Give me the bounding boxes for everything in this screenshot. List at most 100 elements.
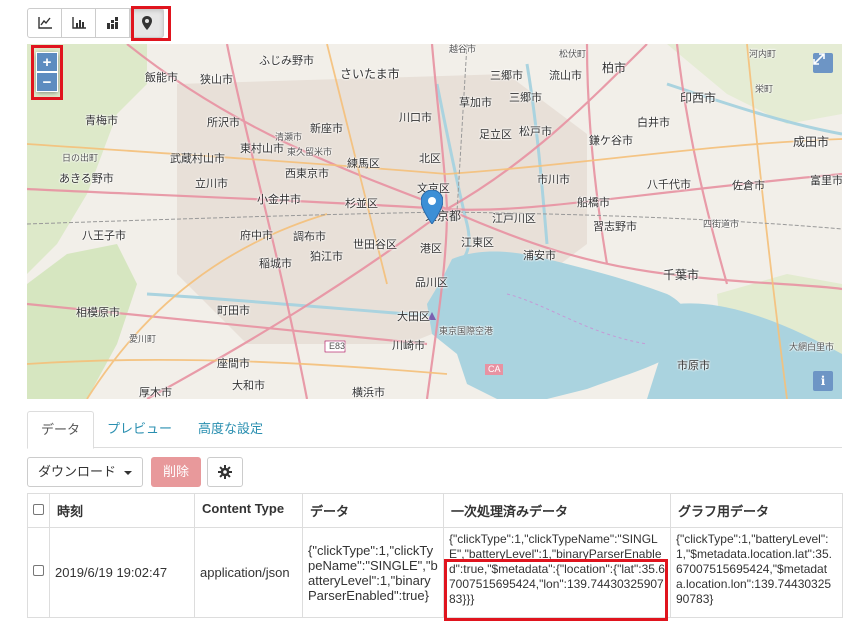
map-label: 大和市 [232,380,265,392]
map-label: 所沢市 [207,117,240,129]
map-label: 東京国際空港 [439,326,494,336]
map-label: 河内町 [749,49,777,59]
row-select-cell [27,527,50,618]
map-label: CA [488,364,501,374]
line-chart-icon [37,17,52,29]
map-label: 江東区 [461,237,494,249]
table-header-row: 時刻 Content Type データ 一次処理済みデータ グラフ用データ [27,493,843,528]
map-panel[interactable]: 越谷市 ふじみ野市 松伏町 河内町 飯能市 狭山市 さいたま市 三郷市 流山市 … [27,44,842,399]
map-label: 横浜市 [352,387,385,399]
processed-data-part-1: {"clickType":1,"clickTypeName":"SINGLE",… [449,532,658,561]
line-chart-button[interactable] [27,8,62,38]
map-label: 市川市 [537,174,570,186]
select-all-checkbox[interactable] [33,504,44,515]
map-label: E83 [329,341,346,351]
map-label: 越谷市 [449,44,477,54]
tab-data[interactable]: データ [27,411,95,449]
tab-advanced-settings[interactable]: 高度な設定 [185,411,276,448]
cell-processed-data: {"clickType":1,"clickTypeName":"SINGLE",… [443,527,671,618]
gear-icon [218,465,232,479]
cell-graph-data: {"clickType":1,"batteryLevel":1,"$metada… [670,527,843,618]
map-label: あきる野市 [59,173,114,185]
map-label: 佐倉市 [732,180,765,192]
map-label: 習志野市 [593,221,637,233]
map-label: 川口市 [399,112,432,124]
download-dropdown-button[interactable]: ダウンロード [27,457,143,487]
column-header-data[interactable]: データ [302,493,444,528]
stacked-bar-chart-icon [106,17,118,29]
settings-button[interactable] [207,457,243,487]
map-label: 青梅市 [85,115,118,127]
map-label: 品川区 [415,277,448,289]
column-header-graph-data[interactable]: グラフ用データ [670,493,843,528]
map-label: 流山市 [549,70,582,82]
map-pin-icon [141,16,152,30]
map-label: 狛江市 [310,251,343,263]
map-view-button[interactable] [129,8,164,38]
column-header-processed-data[interactable]: 一次処理済みデータ [443,493,671,528]
column-header-time[interactable]: 時刻 [49,493,195,528]
map-label: 相模原市 [76,307,120,319]
map-label: 大田区 [397,311,430,323]
map-label: 印西市 [680,91,717,105]
stacked-bar-chart-button[interactable] [95,8,130,38]
map-label: 浦安市 [523,250,556,262]
map-label: 座間市 [217,358,250,370]
map-label: 江戸川区 [492,213,536,225]
map-label: 千葉市 [663,268,700,282]
map-label: 港区 [420,243,442,255]
table-row[interactable]: 2019/6/19 19:02:47 application/json {"cl… [27,527,843,618]
map-label: 成田市 [793,135,830,149]
map-label: 厚木市 [139,387,172,399]
map-label: 東村山市 [240,143,284,155]
cell-data: {"clickType":1,"clickTypeName":"SINGLE",… [302,527,444,618]
map-label: 調布市 [293,231,326,243]
map-label: 立川市 [195,178,228,190]
map-label: 富里市 [810,175,842,187]
map-label: 八王子市 [82,230,126,242]
info-button[interactable]: i [813,371,833,391]
tab-preview[interactable]: プレビュー [94,411,185,448]
map-label: 西東京市 [285,168,329,180]
map-label: 足立区 [479,129,512,141]
data-tabs: データ プレビュー 高度な設定 [27,411,842,449]
map-label: 飯能市 [145,72,178,84]
map-label: 新座市 [310,123,343,135]
cell-time: 2019/6/19 19:02:47 [49,527,195,618]
zoom-out-button[interactable]: − [36,72,58,92]
map-label: 市原市 [677,360,710,372]
map-label: 東久留米市 [287,147,333,157]
map-label: 船橋市 [577,197,610,209]
map-label: 白井市 [637,117,670,129]
map-label: 府中市 [240,230,273,242]
map-label: 川崎市 [392,340,425,352]
map-label: 小金井市 [257,194,301,206]
map-label: 三郷市 [509,92,542,104]
cell-content-type: application/json [194,527,303,618]
download-label: ダウンロード [38,464,117,479]
location-marker-icon[interactable] [421,190,443,224]
row-checkbox[interactable] [33,565,44,576]
caret-down-icon [124,470,133,475]
map-label: 柏市 [602,61,627,75]
delete-button[interactable]: 削除 [151,457,201,487]
fullscreen-button[interactable] [813,53,833,73]
map-label: 草加市 [459,97,492,109]
view-mode-toolbar [27,8,164,38]
map-label: 稲城市 [259,258,292,270]
map-label: 町田市 [217,305,250,317]
map-label: ふじみ野市 [259,55,314,67]
zoom-control: + − [36,52,58,92]
map-label: 八千代市 [647,179,691,191]
map-label: 大網白里市 [789,342,835,352]
map-label: 北区 [419,153,441,165]
map-label: 狭山市 [200,74,233,86]
select-all-cell [27,493,50,528]
map-label: 四街道市 [703,219,740,229]
map-label: 松伏町 [559,49,587,59]
column-header-content-type[interactable]: Content Type [194,493,303,528]
zoom-in-button[interactable]: + [36,52,58,72]
map-label: 杉並区 [345,198,378,210]
bar-chart-button[interactable] [61,8,96,38]
map-label: 武蔵村山市 [170,153,225,165]
